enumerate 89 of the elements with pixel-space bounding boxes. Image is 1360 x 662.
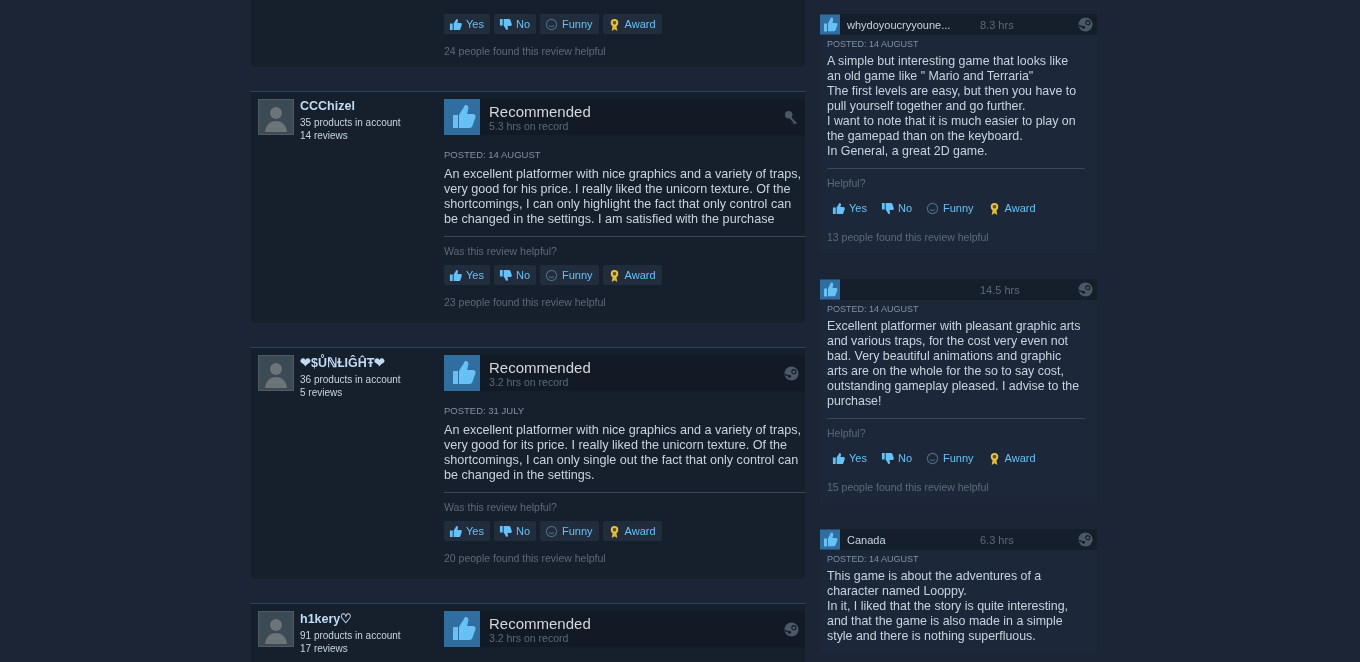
logo-icon [1078,17,1093,32]
vote-button[interactable]: Award [982,198,1041,218]
reviews-count: 14 reviews [300,129,349,142]
verdict-title: Recommended [489,614,591,632]
posted-date: POSTED: 14 AUGUST [827,39,920,49]
playtime: 5.3 hrs on record [489,119,570,132]
author-name[interactable]: h1kery♡ [300,611,401,626]
vote-button[interactable]: Yes [827,448,872,468]
posted-date: POSTED: 31 JULY [444,405,526,416]
thumbs-up-icon [444,99,480,135]
vote-button[interactable]: No [875,448,917,468]
thumbs-up-icon [820,279,840,300]
author-name[interactable]: ❤$ŮℕⱢIĜĤŦ❤ [300,355,401,370]
vote-button[interactable]: Award [602,265,662,285]
vote-button[interactable]: Yes [827,198,872,218]
avatar [258,355,294,391]
helpful-count: 24 people found this review helpful [444,45,607,57]
author-name[interactable]: whydoyoucryyoune... [847,18,951,31]
thumbs-up-icon [449,268,462,282]
thumbs-down-icon [498,268,512,282]
helpful-prompt: Helpful? [827,177,867,189]
thumbs-up-icon [820,14,840,35]
vote-button[interactable]: Award [602,521,662,541]
thumbs-up-icon [449,17,462,31]
avatar [258,99,294,135]
logo-icon [1078,282,1093,297]
vote-button[interactable]: Funny [540,265,599,285]
verdict-title: Recommended [489,102,591,120]
smiley-icon [545,524,558,538]
vote-button[interactable]: Funny [921,448,979,468]
vote-button[interactable]: Funny [540,14,599,34]
thumbs-up-icon [449,524,462,538]
avatar [258,611,294,647]
vote-button[interactable]: No [493,265,536,285]
vote-button[interactable]: No [493,521,536,541]
smiley-icon [926,201,939,215]
thumbs-down-icon [880,201,894,215]
thumbs-down-icon [498,524,512,538]
logo-icon [784,365,799,381]
thumbs-down-icon [498,17,512,31]
thumbs-up-icon [832,201,845,215]
thumbs-up-icon [820,529,840,550]
review-text: An excellent platformer with nice graphics and a variety of traps, very good for its price. I really liked the unicorn texture. Of the shortcomings, I can only single out the fact that only control can be changed in the settings. [444,423,802,483]
thumbs-up-icon [444,611,480,647]
vote-button[interactable]: Yes [444,14,490,34]
smiley-icon [545,268,558,282]
review-text: Excellent platformer with pleasant graphic arts and various traps, for the cost very even not bad. Very beautiful animations and graphic arts are on the whole for the so to say cost, outstanding gameplay pleased. I advise to the purchase! [827,319,1082,409]
vote-button[interactable]: Yes [444,265,490,285]
helpful-count: 15 people found this review helpful [827,481,990,493]
vote-button[interactable]: No [875,198,917,218]
vote-button[interactable]: Funny [921,198,979,218]
products-count: 91 products in account [300,629,401,642]
review-text: An excellent platformer with nice graphics and a variety of traps, very good for his price. I really liked the unicorn texture. Of the shortcomings, I can only highlight the fact that only control can be changed in the settings. I am satisfied with the purchase [444,167,802,227]
posted-date: POSTED: 14 AUGUST [827,554,920,564]
reviews-count: 5 reviews [300,386,344,399]
helpful-prompt: Was this review helpful? [444,501,558,513]
review-text: This game is about the adventures of a character named Looppy. In it, I liked that the story is quite interesting, and that the game is also made in a simple style and there is nothing superfluous. [827,569,1070,644]
author-name[interactable]: CCChizel [300,99,401,113]
reviews-count: 17 reviews [300,642,349,655]
key-icon [784,109,799,125]
playtime: 3.2 hrs on record [489,631,570,644]
vote-button[interactable]: Award [982,448,1041,468]
smiley-icon [926,451,939,465]
helpful-prompt: Was this review helpful? [444,245,558,257]
helpful-prompt: Helpful? [827,427,867,439]
products-count: 36 products in account [300,373,401,386]
thumbs-up-icon [832,451,845,465]
posted-date: POSTED: 14 AUGUST [444,149,542,160]
logo-icon [784,621,799,637]
helpful-count: 13 people found this review helpful [827,231,990,243]
thumbs-down-icon [880,451,894,465]
helpful-count: 20 people found this review helpful [444,552,607,564]
vote-button[interactable]: No [493,14,536,34]
playtime: 8.3 hrs [980,18,1015,31]
products-count: 35 products in account [300,116,401,129]
playtime: 14.5 hrs [980,283,1021,296]
thumbs-up-icon [444,355,480,391]
playtime: 6.3 hrs [980,533,1015,546]
playtime: 3.2 hrs on record [489,375,570,388]
review-text: A simple but interesting game that looks like an old game like " Mario and Terraria" The first levels are easy, but then you have to pull yourself together and go further. I want to note that it is much easier to play on the gamepad than on the keyboard. In General, a great 2D game. [827,54,1078,159]
vote-button[interactable]: Yes [444,521,490,541]
logo-icon [1078,532,1093,547]
helpful-count: 23 people found this review helpful [444,296,607,308]
smiley-icon [545,17,558,31]
vote-button[interactable]: Award [602,14,662,34]
posted-date: POSTED: 14 AUGUST [827,304,920,314]
author-name[interactable]: Canada [847,533,886,546]
vote-button[interactable]: Funny [540,521,599,541]
verdict-title: Recommended [489,358,591,376]
